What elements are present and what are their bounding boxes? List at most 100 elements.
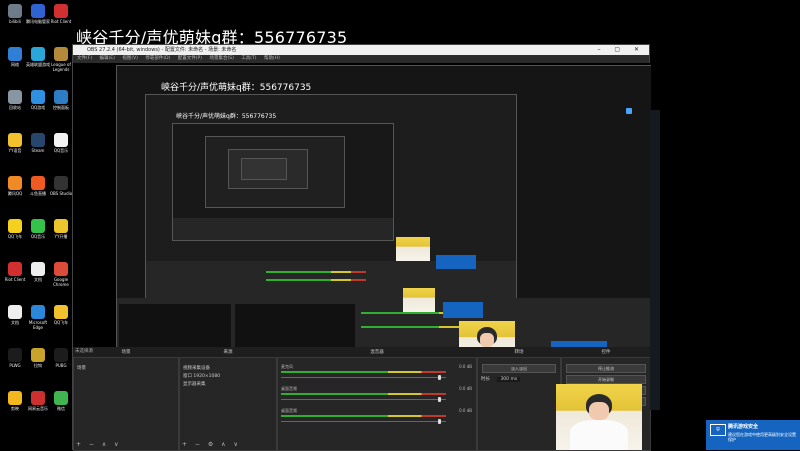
channel-name: 麦克风 bbox=[281, 364, 293, 369]
app-icon bbox=[54, 348, 68, 362]
app-icon bbox=[54, 47, 68, 61]
nested-dock-scenes bbox=[119, 304, 231, 350]
source-controls[interactable]: + − ⚙ ∧ ∨ bbox=[182, 441, 241, 448]
desktop-icon[interactable]: PUBG bbox=[48, 348, 74, 368]
volume-knob[interactable] bbox=[437, 397, 441, 402]
app-icon bbox=[8, 4, 22, 18]
transition-select[interactable]: 淡入淡出 bbox=[482, 364, 556, 373]
nested-notice-2 bbox=[436, 255, 476, 269]
volume-slider[interactable] bbox=[281, 397, 446, 402]
app-icon bbox=[31, 262, 45, 276]
desktop-icon-label: Google Chrome bbox=[53, 277, 69, 287]
app-icon bbox=[8, 262, 22, 276]
dock-sources-header: 来源 bbox=[223, 350, 233, 355]
desktop-icon[interactable]: Google Chrome bbox=[48, 262, 74, 287]
desktop-icon-label: QQ飞车 bbox=[53, 320, 69, 325]
dock-sources: 来源 视频采集设备 窗口 1920×1080 显示器采集 + − ⚙ ∧ ∨ bbox=[179, 350, 277, 451]
desktop-icon[interactable]: QQ飞车 bbox=[48, 305, 74, 325]
app-icon bbox=[8, 348, 22, 362]
desktop-icon[interactable]: League of Legends bbox=[48, 47, 74, 72]
app-icon bbox=[31, 391, 45, 405]
channel-db: 0.0 dB bbox=[459, 408, 472, 413]
nested-notice-1 bbox=[443, 302, 483, 318]
app-icon bbox=[54, 219, 68, 233]
notice-body: 建议您在游戏中使用更高级别安全设置保护 bbox=[728, 432, 796, 442]
scene-controls[interactable]: + − ∧ ∨ bbox=[76, 441, 122, 448]
stop-stream-button[interactable]: 停止推流 bbox=[566, 364, 646, 373]
nested-capture-level-6 bbox=[241, 158, 287, 180]
dock-mixer-header: 混音器 bbox=[370, 350, 384, 355]
menu-tools[interactable]: 工具(T) bbox=[241, 56, 256, 61]
security-notification[interactable]: ⛨ 腾讯游戏安全 建议您在游戏中使用更高级别安全设置保护 bbox=[706, 420, 800, 450]
audio-meter bbox=[281, 415, 446, 417]
app-icon bbox=[31, 219, 45, 233]
audio-meter bbox=[281, 371, 446, 373]
volume-slider[interactable] bbox=[281, 375, 446, 380]
mixer-channel: 麦克风 0.0 dB bbox=[278, 364, 476, 386]
duration-row: 时长 300 ms bbox=[478, 375, 560, 383]
volume-knob[interactable] bbox=[437, 419, 441, 424]
desktop-icon[interactable]: OBS Studio bbox=[48, 176, 74, 196]
nested-title-1: 峡谷千分/声优萌妹q群：556776735 bbox=[161, 83, 312, 93]
source-item[interactable]: 窗口 1920×1080 bbox=[180, 372, 276, 380]
obs-menubar: 文件(F) 编辑(E) 视图(V) 停靠部件(D) 配置文件(P) 场景集合(S… bbox=[73, 55, 649, 63]
background-window-edge bbox=[650, 110, 660, 410]
start-recording-button[interactable]: 开始录制 bbox=[566, 375, 646, 384]
desktop-icon-label: 微信 bbox=[57, 406, 65, 411]
app-icon bbox=[31, 133, 45, 147]
scene-item[interactable]: 场景 bbox=[74, 364, 178, 372]
desktop-icon[interactable]: 微信 bbox=[48, 391, 74, 411]
streamer-webcam bbox=[556, 384, 642, 450]
nested-docks-3 bbox=[173, 218, 393, 240]
menu-help[interactable]: 帮助(H) bbox=[264, 56, 280, 61]
desktop-icon[interactable]: Riot Client bbox=[48, 4, 74, 24]
source-item[interactable]: 视频采集设备 bbox=[180, 364, 276, 372]
desktop-icon-area: bilibili 腾讯电脑管家 Riot Client 网络 英雄联盟游戏 League … bbox=[0, 0, 72, 450]
duration-input[interactable]: 300 ms bbox=[497, 377, 521, 382]
desktop-icon[interactable]: QQ音乐 bbox=[48, 133, 74, 153]
source-item[interactable]: 显示器采集 bbox=[180, 380, 276, 388]
desktop-icon[interactable]: 控制面板 bbox=[48, 90, 74, 110]
app-icon bbox=[8, 47, 22, 61]
desktop-icon-label: Riot Client bbox=[50, 19, 72, 24]
notice-title: 腾讯游戏安全 bbox=[728, 424, 759, 430]
volume-knob[interactable] bbox=[437, 375, 441, 380]
volume-slider[interactable] bbox=[281, 419, 446, 424]
shield-logo-icon: ⛨ bbox=[710, 424, 726, 436]
nested-dock-sources bbox=[235, 304, 355, 350]
app-icon bbox=[54, 176, 68, 190]
app-icon bbox=[31, 176, 45, 190]
mixer-channel: 桌面音频 0.0 dB bbox=[278, 408, 476, 430]
app-icon bbox=[8, 90, 22, 104]
nested-capture-level-4 bbox=[205, 136, 345, 208]
menu-scene-collection[interactable]: 场景集合(S) bbox=[209, 56, 233, 61]
channel-name: 桌面音频 bbox=[281, 408, 297, 413]
app-icon bbox=[54, 262, 68, 276]
window-controls[interactable]: – ▢ ✕ bbox=[597, 45, 645, 55]
nested-capture-level-2: 峡谷千分/声优萌妹q群：556776735 bbox=[145, 94, 517, 302]
desktop-icon[interactable]: YY开播 bbox=[48, 219, 74, 239]
dock-transitions-header: 转场 bbox=[514, 350, 524, 355]
app-icon bbox=[31, 47, 45, 61]
channel-db: 0.0 dB bbox=[459, 386, 472, 391]
menu-edit[interactable]: 编辑(E) bbox=[100, 56, 115, 61]
resize-handle-icon[interactable] bbox=[626, 108, 632, 114]
app-icon bbox=[31, 305, 45, 319]
dock-transitions: 转场 淡入淡出 时长 300 ms bbox=[477, 350, 561, 451]
desktop-icon-label: QQ音乐 bbox=[53, 148, 69, 153]
app-icon bbox=[8, 176, 22, 190]
menu-profile[interactable]: 配置文件(P) bbox=[178, 56, 202, 61]
desktop-icon-label: OBS Studio bbox=[49, 191, 73, 196]
nested-capture-level-3 bbox=[172, 123, 394, 241]
menu-docks[interactable]: 停靠部件(D) bbox=[145, 56, 170, 61]
menu-view[interactable]: 视图(V) bbox=[122, 56, 138, 61]
nested-webcam-1 bbox=[403, 288, 435, 312]
app-icon bbox=[8, 305, 22, 319]
app-icon bbox=[31, 90, 45, 104]
app-icon bbox=[54, 391, 68, 405]
obs-preview-canvas[interactable]: 峡谷千分/声优萌妹q群：556776735 峡谷千分/声优萌妹q群：556776… bbox=[73, 63, 651, 385]
webcam-face bbox=[589, 402, 609, 420]
channel-db: 0.0 dB bbox=[459, 364, 472, 369]
menu-file[interactable]: 文件(F) bbox=[77, 56, 92, 61]
app-icon bbox=[8, 219, 22, 233]
